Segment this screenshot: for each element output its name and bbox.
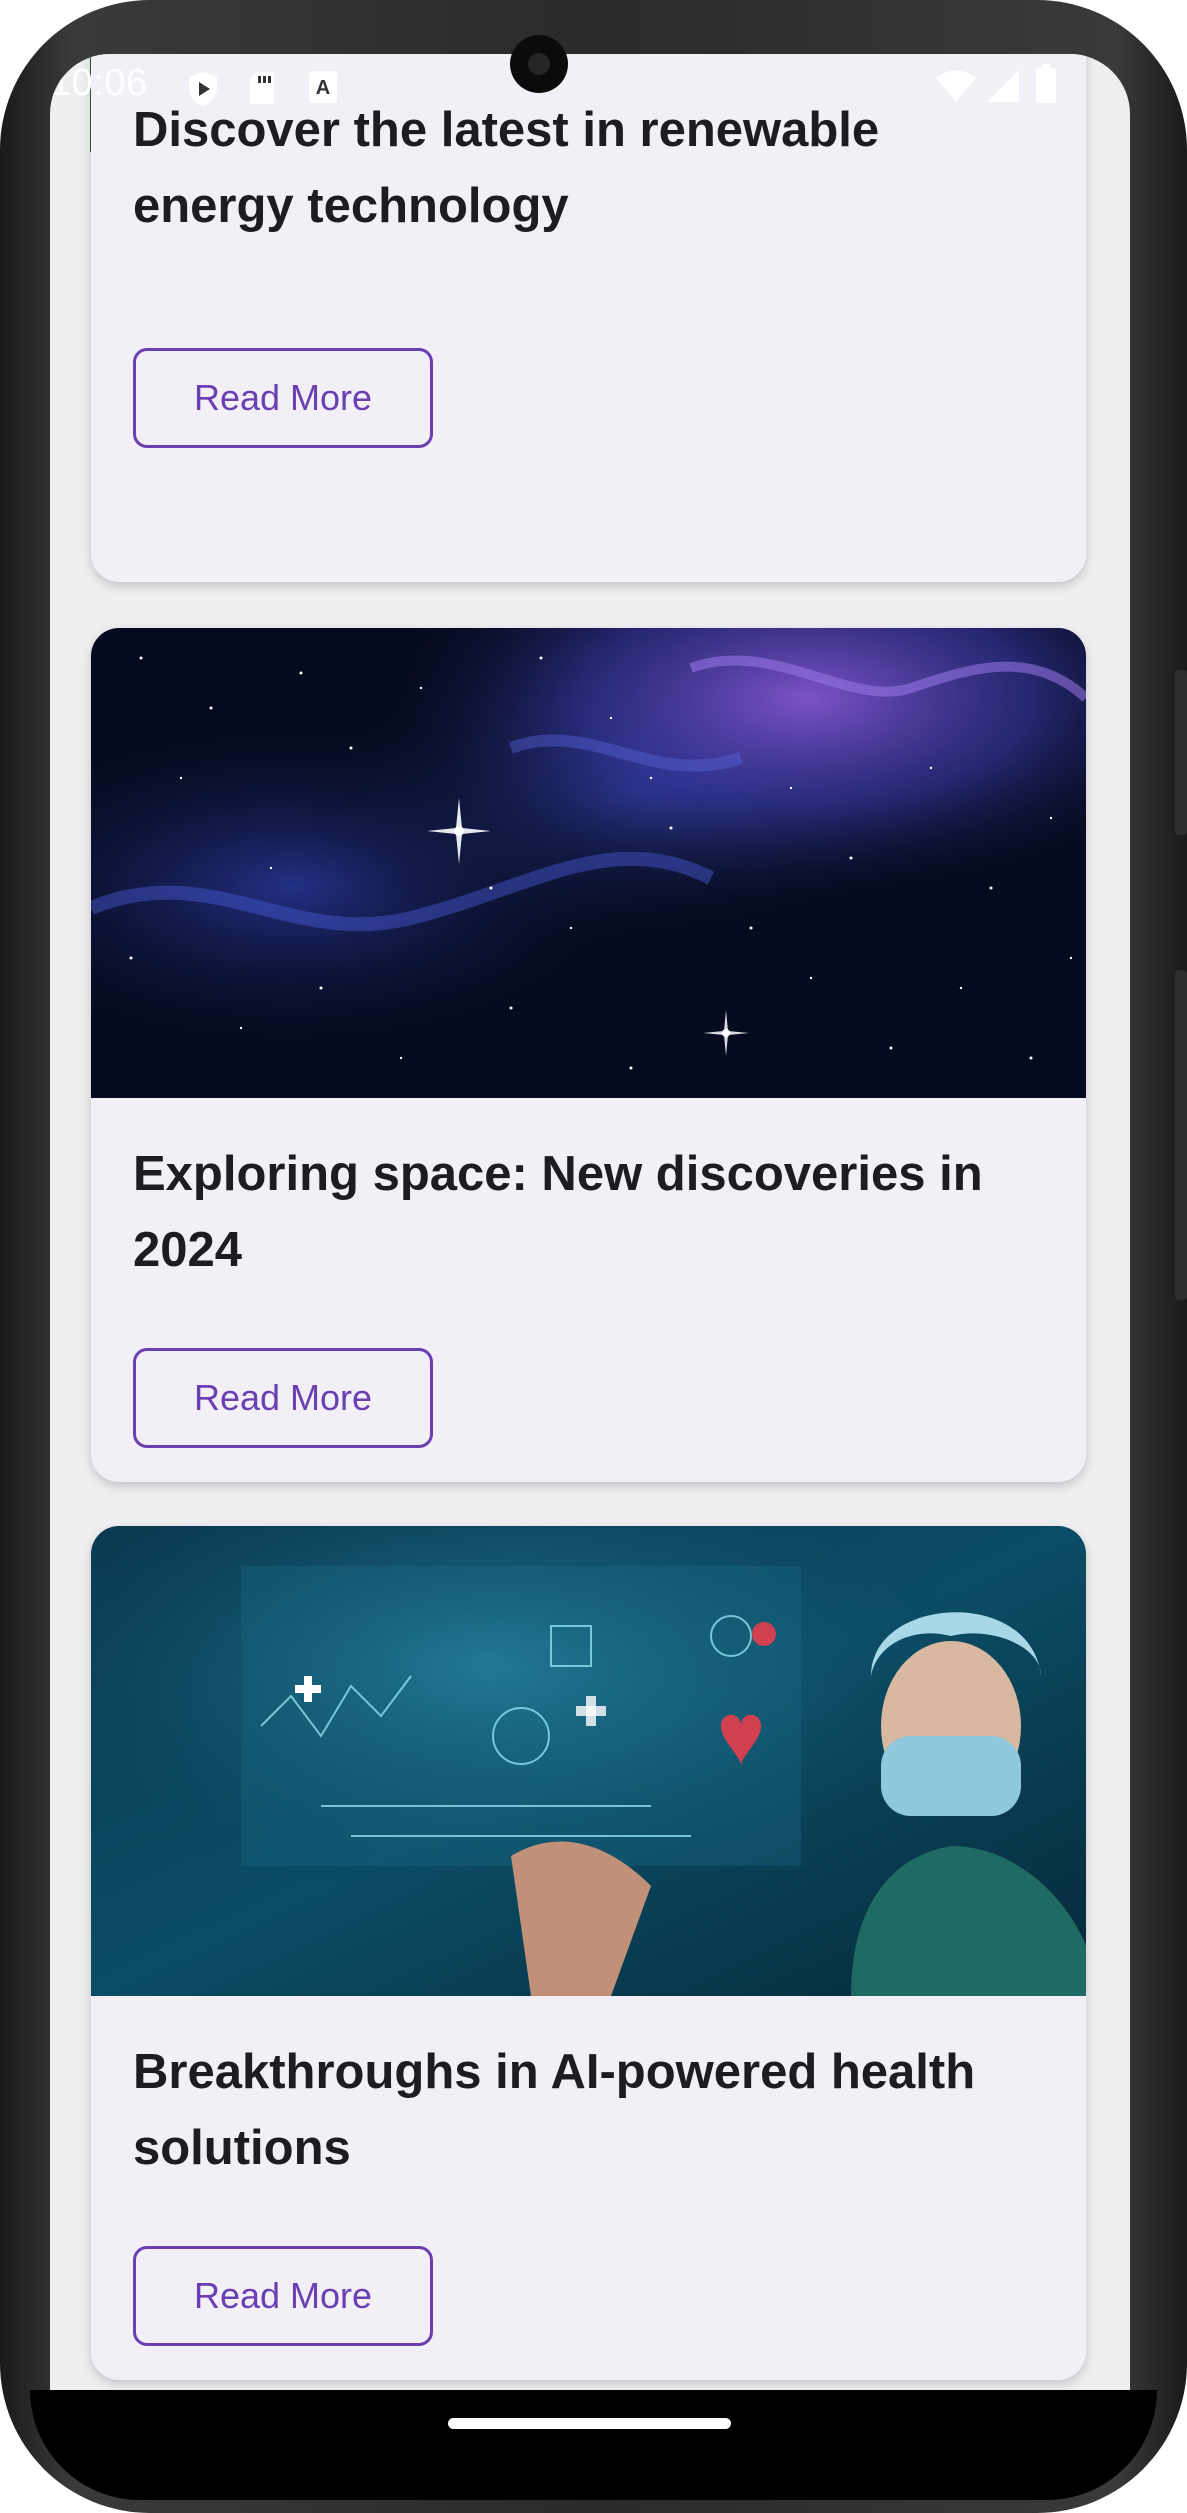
sd-card-icon [248,70,276,111]
status-time: 10:06 [50,62,148,104]
read-more-button[interactable]: Read More [133,2246,433,2346]
screen: 10:06 A Discover the latest in renewable… [50,54,1130,2391]
font-a-icon: A [308,70,338,109]
read-more-button[interactable]: Read More [133,1348,433,1448]
phone-frame: 10:06 A Discover the latest in renewable… [0,0,1187,2513]
article-title: Breakthroughs in AI-powered health solut… [133,2045,976,2175]
article-card-space: Exploring space: New discoveries in 2024… [91,628,1086,1482]
signal-icon [985,68,1021,109]
status-bar: 10:06 A [50,54,1130,120]
article-card-ai-health: Breakthroughs in AI-powered health solut… [91,1526,1086,2380]
svg-text:A: A [316,77,330,99]
shield-play-icon [186,70,220,113]
doctor-holographic-interface-image [91,1526,1086,1996]
home-indicator[interactable] [448,2418,731,2429]
bottom-bezel [30,2390,1157,2500]
article-title: Exploring space: New discoveries in 2024 [133,1147,983,1277]
battery-icon [1035,64,1057,109]
space-nebula-image [91,628,1086,1098]
volume-button [1175,670,1187,835]
front-camera [510,35,568,93]
read-more-button[interactable]: Read More [133,348,433,448]
wifi-icon [935,68,977,109]
power-button [1175,970,1187,1300]
article-card-renewable: Discover the latest in renewable energy … [91,54,1086,582]
